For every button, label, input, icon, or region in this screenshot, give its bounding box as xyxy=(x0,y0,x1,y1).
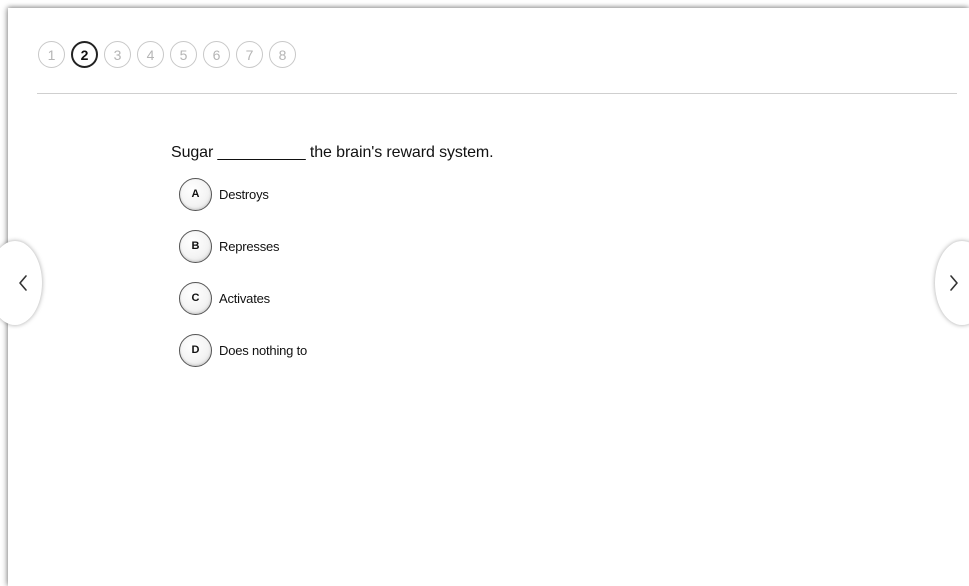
step-4-button[interactable]: 4 xyxy=(137,41,164,68)
step-2-button[interactable]: 2 xyxy=(71,41,98,68)
answer-options: A Destroys B Represses C Activates D Doe… xyxy=(179,177,307,385)
option-c-label: Activates xyxy=(219,290,270,306)
option-a[interactable]: A Destroys xyxy=(179,177,307,211)
step-6-button[interactable]: 6 xyxy=(203,41,230,68)
step-3-button[interactable]: 3 xyxy=(104,41,131,68)
option-b-label: Represses xyxy=(219,238,280,254)
header-divider xyxy=(37,93,957,94)
option-c[interactable]: C Activates xyxy=(179,281,307,315)
option-d-badge[interactable]: D xyxy=(179,333,212,367)
step-7-button[interactable]: 7 xyxy=(236,41,263,68)
question-text: Sugar __________ the brain's reward syst… xyxy=(171,144,494,161)
option-d[interactable]: D Does nothing to xyxy=(179,333,307,367)
viewport: 1 2 3 4 5 6 7 8 Sugar __________ the bra… xyxy=(0,0,969,586)
chevron-left-icon xyxy=(19,275,27,291)
option-b[interactable]: B Represses xyxy=(179,229,307,263)
option-c-badge[interactable]: C xyxy=(179,281,212,315)
step-indicator: 1 2 3 4 5 6 7 8 xyxy=(38,41,296,68)
chevron-right-icon xyxy=(950,275,958,291)
option-a-badge[interactable]: A xyxy=(179,177,212,211)
option-b-badge[interactable]: B xyxy=(179,229,212,263)
step-8-button[interactable]: 8 xyxy=(269,41,296,68)
option-d-label: Does nothing to xyxy=(219,342,308,358)
step-1-button[interactable]: 1 xyxy=(38,41,65,68)
step-5-button[interactable]: 5 xyxy=(170,41,197,68)
quiz-panel: 1 2 3 4 5 6 7 8 Sugar __________ the bra… xyxy=(8,8,969,586)
option-a-label: Destroys xyxy=(219,186,269,202)
